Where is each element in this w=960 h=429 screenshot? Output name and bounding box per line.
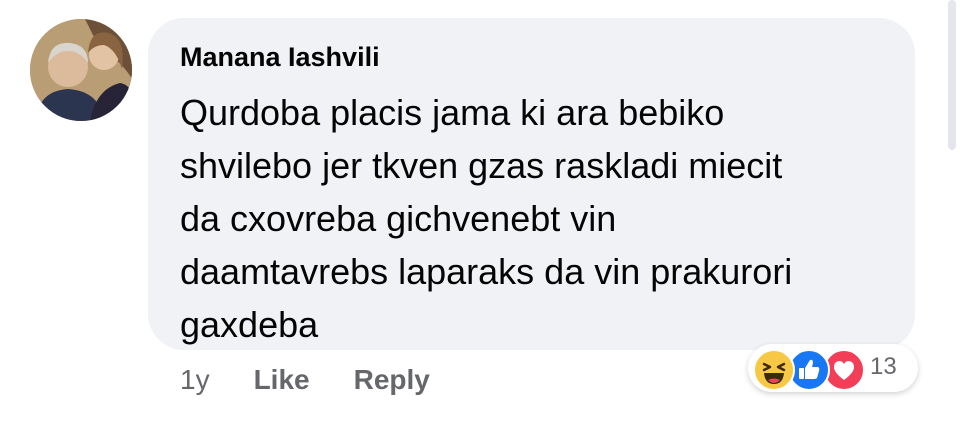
- comment-line: da cxovreba gichvenebt vin: [180, 198, 617, 239]
- scrollbar[interactable]: [948, 0, 956, 150]
- comment-author[interactable]: Manana Iashvili: [180, 42, 380, 73]
- comment-line: daamtavrebs laparaks da vin prakurori: [180, 251, 793, 292]
- comment-text: Qurdoba placis jama ki ara bebiko shvile…: [180, 86, 900, 351]
- reaction-count: 13: [870, 353, 897, 380]
- reply-button[interactable]: Reply: [354, 364, 430, 396]
- like-button[interactable]: Like: [254, 364, 310, 396]
- comment-line: shvilebo jer tkven gzas raskladi miecit: [180, 145, 783, 186]
- comment-line: Qurdoba placis jama ki ara bebiko: [180, 92, 725, 133]
- reaction-summary[interactable]: 13: [748, 344, 918, 392]
- avatar-photo: [30, 19, 132, 121]
- haha-icon: [753, 349, 795, 391]
- avatar[interactable]: [30, 19, 132, 121]
- comment-timestamp[interactable]: 1y: [180, 364, 210, 396]
- comment-actions: 1y Like Reply: [180, 360, 430, 400]
